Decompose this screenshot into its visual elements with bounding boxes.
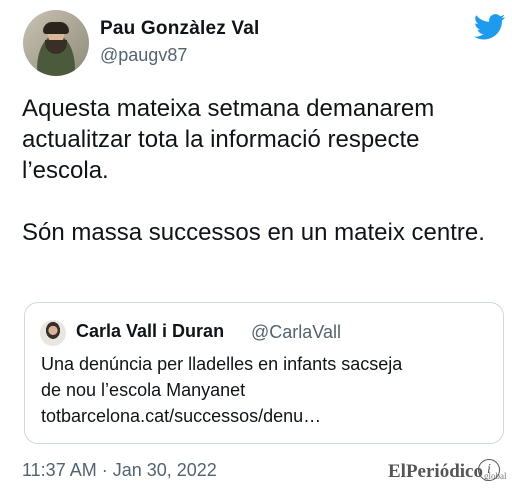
author-avatar[interactable] xyxy=(23,10,89,76)
quoted-tweet-link[interactable]: totbarcelona.cat/successos/denu… xyxy=(41,403,496,429)
avatar-beard xyxy=(45,40,67,54)
twitter-bird-icon[interactable] xyxy=(474,14,506,40)
author-handle[interactable]: @paugv87 xyxy=(100,45,187,66)
tweet-text: Aquesta mateixa setmana demanarem actual… xyxy=(22,95,485,246)
quoted-author-handle[interactable]: @CarlaVall xyxy=(251,322,341,343)
quoted-tweet-line: Una denúncia per lladelles en infants sa… xyxy=(41,354,403,374)
avatar-hair xyxy=(43,22,69,34)
quoted-author-display-name[interactable]: Carla Vall i Duran xyxy=(76,321,224,342)
info-icon[interactable]: i xyxy=(478,459,500,481)
quoted-tweet-text: Una denúncia per lladelles en infants sa… xyxy=(41,351,496,429)
author-display-name[interactable]: Pau Gonzàlez Val xyxy=(100,18,259,40)
watermark-brand: ElPeriódico xyxy=(388,461,483,482)
quoted-tweet-line: de nou l’escola Manyanet xyxy=(41,380,246,400)
tweet-timestamp[interactable]: 11:37 AM · Jan 30, 2022 xyxy=(22,460,217,481)
quoted-author-avatar[interactable] xyxy=(40,320,66,346)
quoted-tweet[interactable]: Carla Vall i Duran @CarlaVall Una denúnc… xyxy=(24,302,504,444)
